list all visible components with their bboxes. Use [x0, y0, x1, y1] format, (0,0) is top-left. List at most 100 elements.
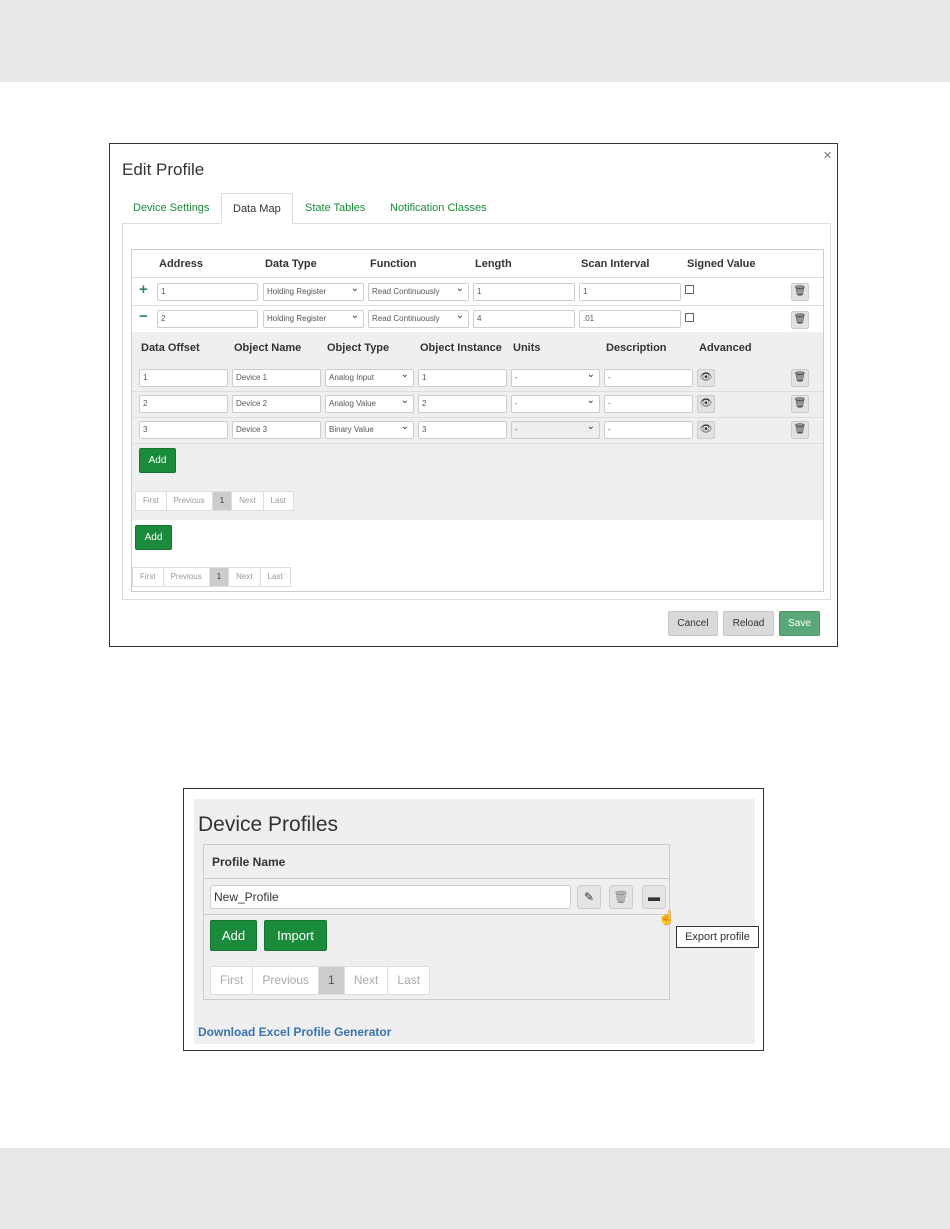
expand-icon[interactable]: + [139, 282, 148, 297]
data-type-select[interactable]: Holding Register [263, 310, 364, 328]
tab-device-settings[interactable]: Device Settings [122, 193, 220, 224]
page-header-band [0, 0, 950, 82]
pager-current[interactable]: 1 [319, 967, 345, 994]
header-units: Units [513, 342, 541, 354]
object-name-input[interactable]: Device 3 [232, 421, 321, 439]
object-name-input[interactable]: Device 2 [232, 395, 321, 413]
function-select[interactable]: Read Continuously [368, 283, 469, 301]
reload-button[interactable]: Reload [723, 611, 774, 636]
save-button[interactable]: Save [779, 611, 820, 636]
eye-icon: 👁 [699, 424, 713, 435]
pager-current[interactable]: 1 [212, 492, 233, 510]
pager-next[interactable]: Next [229, 568, 261, 586]
divider [132, 277, 823, 278]
data-offset-input[interactable]: 2 [139, 395, 228, 413]
signed-value-checkbox[interactable] [685, 313, 694, 322]
advanced-button[interactable]: 👁 [697, 421, 715, 439]
collapse-icon[interactable]: − [139, 309, 148, 324]
dialog-title: Edit Profile [122, 160, 205, 179]
download-generator-link[interactable]: Download Excel Profile Generator [198, 1025, 391, 1039]
pager-first[interactable]: First [133, 568, 164, 586]
address-input[interactable]: 2 [157, 310, 258, 328]
function-select[interactable]: Read Continuously [368, 310, 469, 328]
pager-next[interactable]: Next [345, 967, 389, 994]
pager-last[interactable]: Last [388, 967, 429, 994]
profile-name-input[interactable]: New_Profile [210, 885, 571, 909]
object-name-input[interactable]: Device 1 [232, 369, 321, 387]
signed-value-checkbox[interactable] [685, 285, 694, 294]
description-input[interactable]: - [604, 395, 693, 413]
device-profiles-content: Device Profiles Profile Name New_Profile… [194, 799, 759, 1044]
delete-register-button[interactable]: 🗑 [791, 311, 809, 329]
advanced-button[interactable]: 👁 [697, 395, 715, 413]
address-input[interactable]: 1 [157, 283, 258, 301]
add-register-button[interactable]: Add [135, 525, 172, 550]
tab-state-tables[interactable]: State Tables [294, 193, 376, 224]
export-tooltip: Export profile [676, 926, 759, 948]
scan-interval-input[interactable]: .01 [579, 310, 681, 328]
pager-previous[interactable]: Previous [167, 492, 213, 510]
header-advanced: Advanced [699, 342, 752, 354]
units-select[interactable]: - [511, 421, 600, 439]
cancel-button[interactable]: Cancel [668, 611, 718, 636]
tab-data-map[interactable]: Data Map [221, 193, 293, 224]
trash-icon: 🗑 [793, 398, 807, 409]
header-address: Address [159, 258, 204, 270]
delete-object-button[interactable]: 🗑 [791, 421, 809, 439]
pager-previous[interactable]: Previous [253, 967, 320, 994]
data-offset-input[interactable]: 1 [139, 369, 228, 387]
trash-icon: 🗑 [793, 424, 807, 435]
advanced-button[interactable]: 👁 [697, 369, 715, 387]
pager-last[interactable]: Last [261, 568, 290, 586]
object-instance-input[interactable]: 2 [418, 395, 507, 413]
trash-icon: 🗑 [793, 314, 807, 325]
header-function: Function [370, 258, 417, 270]
add-object-button[interactable]: Add [139, 448, 176, 473]
divider [204, 914, 669, 915]
pager-next[interactable]: Next [232, 492, 264, 510]
delete-profile-button[interactable]: 🗑 [609, 885, 633, 909]
data-type-select[interactable]: Holding Register [263, 283, 364, 301]
pager-current[interactable]: 1 [209, 568, 230, 586]
object-instance-input[interactable]: 1 [418, 369, 507, 387]
profiles-table: Profile Name New_Profile ✎ 🗑 ▬ Add Impor… [203, 844, 670, 1000]
description-input[interactable]: - [604, 421, 693, 439]
divider [204, 878, 669, 879]
delete-object-button[interactable]: 🗑 [791, 369, 809, 387]
object-instance-input[interactable]: 3 [418, 421, 507, 439]
close-icon[interactable]: × [823, 148, 832, 163]
pager-first[interactable]: First [211, 967, 254, 994]
tab-notification-classes[interactable]: Notification Classes [379, 193, 498, 224]
export-icon: ▬ [648, 890, 660, 904]
object-mapping-section: Data Offset Object Name Object Type Obje… [132, 332, 823, 520]
object-type-select[interactable]: Analog Input [325, 369, 414, 387]
scan-interval-input[interactable]: 1 [579, 283, 681, 301]
pager-last[interactable]: Last [264, 492, 293, 510]
header-scan-interval: Scan Interval [581, 258, 650, 270]
delete-register-button[interactable]: 🗑 [791, 283, 809, 301]
device-profiles-panel: Device Profiles Profile Name New_Profile… [183, 788, 764, 1051]
edit-profile-button[interactable]: ✎ [577, 885, 601, 909]
object-type-select[interactable]: Analog Value [325, 395, 414, 413]
header-length: Length [475, 258, 512, 270]
description-input[interactable]: - [604, 369, 693, 387]
header-data-type: Data Type [265, 258, 317, 270]
object-type-select[interactable]: Binary Value [325, 421, 414, 439]
divider [132, 391, 823, 392]
header-object-name: Object Name [234, 342, 302, 354]
length-input[interactable]: 1 [473, 283, 575, 301]
data-offset-input[interactable]: 3 [139, 421, 228, 439]
export-profile-button[interactable]: ▬ [642, 885, 666, 909]
pager-previous[interactable]: Previous [164, 568, 210, 586]
pager-first[interactable]: First [136, 492, 167, 510]
add-profile-button[interactable]: Add [210, 920, 257, 951]
units-select[interactable]: - [511, 369, 600, 387]
trash-icon: 🗑 [613, 890, 629, 904]
delete-object-button[interactable]: 🗑 [791, 395, 809, 413]
import-profile-button[interactable]: Import [264, 920, 327, 951]
length-input[interactable]: 4 [473, 310, 575, 328]
tab-bar: Device Settings Data Map State Tables No… [122, 193, 831, 224]
register-table: Address Data Type Function Length Scan I… [131, 249, 824, 592]
units-select[interactable]: - [511, 395, 600, 413]
profiles-pagination: First Previous 1 Next Last [210, 966, 431, 995]
